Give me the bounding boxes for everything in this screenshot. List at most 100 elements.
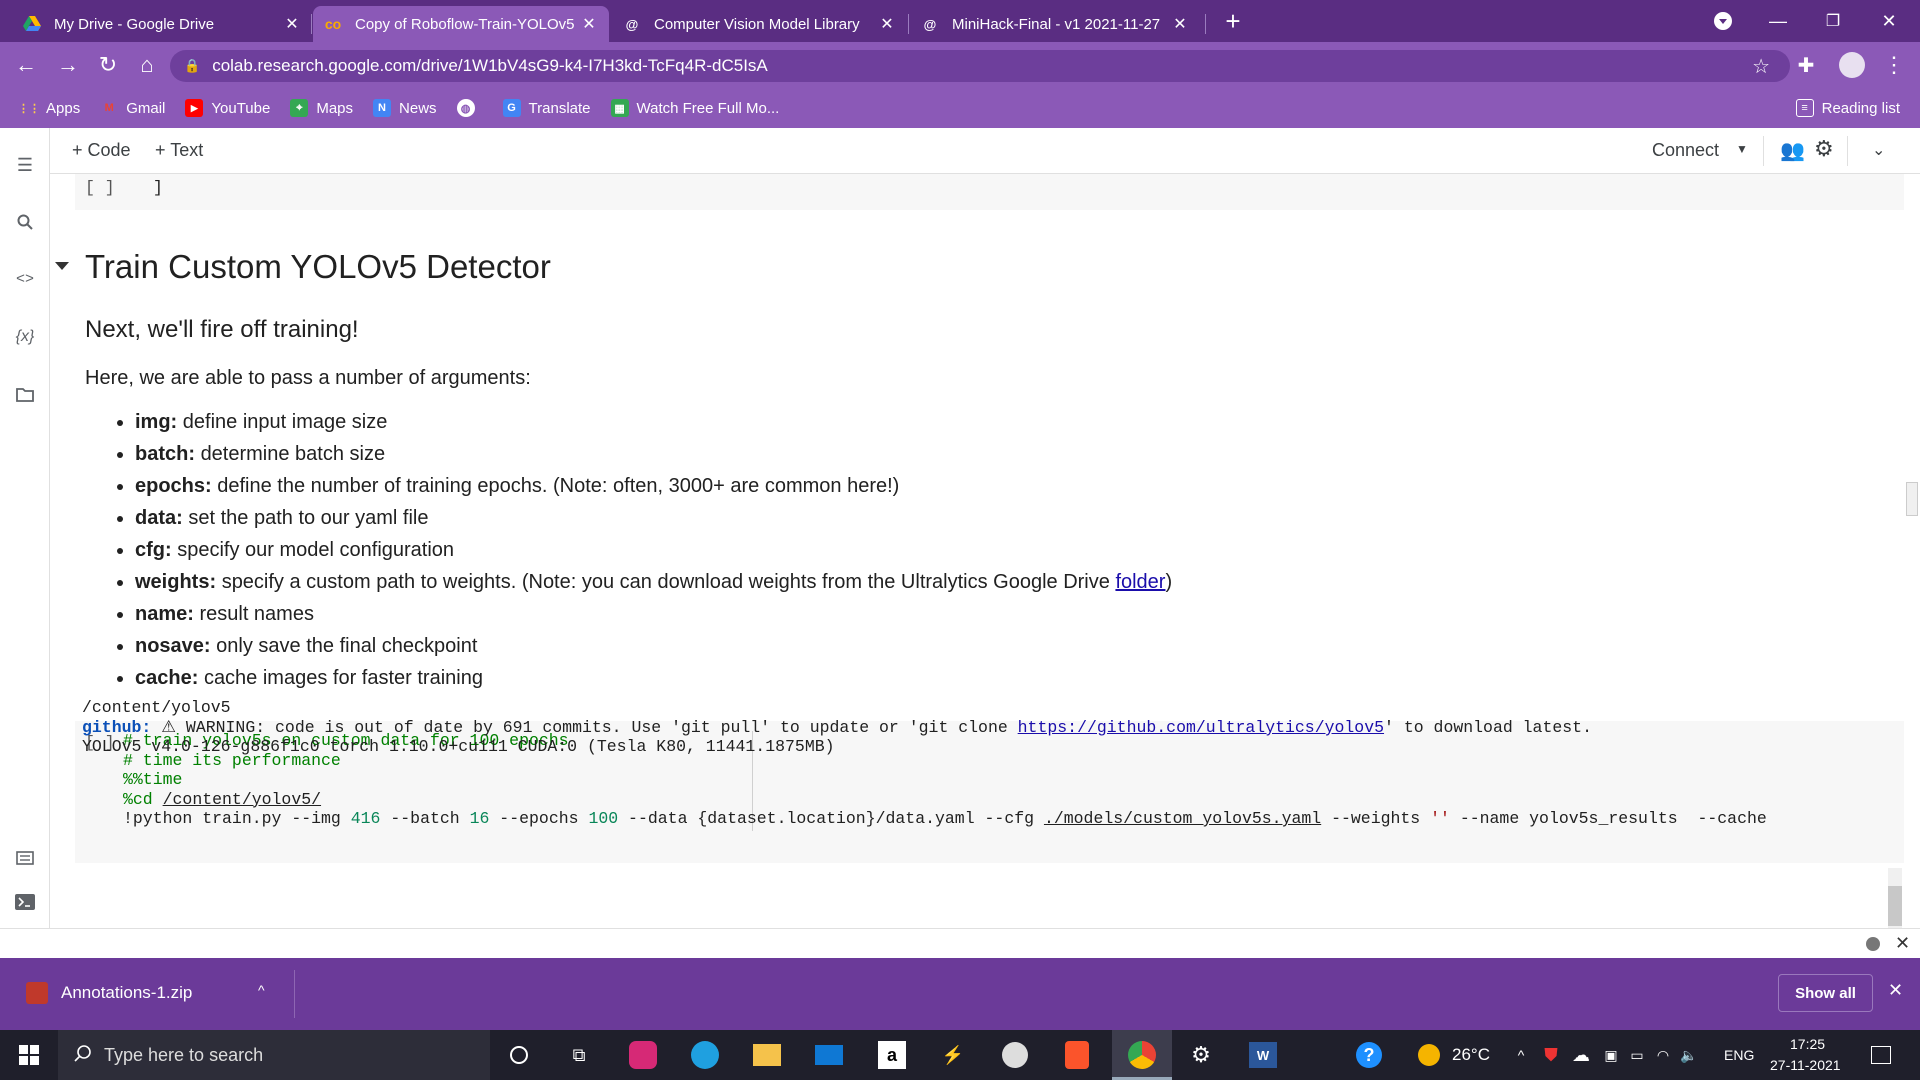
paint-icon[interactable] (998, 1038, 1032, 1072)
close-window-icon[interactable]: ✕ (1866, 0, 1912, 42)
close-download-bar-icon[interactable]: ✕ (1888, 980, 1903, 1001)
windows-start-icon[interactable] (12, 1038, 46, 1072)
bookmark-globe[interactable]: ◍ (456, 99, 483, 117)
tab-search-icon[interactable] (1700, 0, 1746, 42)
intro-paragraph: Here, we are able to pass a number of ar… (85, 367, 531, 389)
word-icon[interactable]: W (1246, 1038, 1280, 1072)
tab-roboflow-model-library[interactable]: @ Computer Vision Model Library ✕ (612, 6, 907, 42)
bookmark-maps[interactable]: ⌖ Maps (290, 99, 353, 117)
download-options-chevron-icon[interactable]: ^ (258, 982, 265, 998)
bookmark-youtube[interactable]: ▶ YouTube (185, 99, 270, 117)
brave-icon[interactable] (1060, 1038, 1094, 1072)
variables-icon[interactable]: {x} (12, 324, 38, 350)
add-text-button[interactable]: + Text (155, 140, 203, 161)
volume-icon[interactable]: 🔈 (1672, 1038, 1706, 1072)
share-people-icon[interactable]: 👥 (1780, 138, 1805, 163)
amazon-icon[interactable]: a (875, 1038, 909, 1072)
terminal-icon[interactable] (12, 889, 38, 915)
chrome-taskbar-item[interactable] (1112, 1030, 1172, 1080)
minimize-window-icon[interactable]: — (1755, 0, 1801, 42)
weather-temp[interactable]: 26°C (1452, 1045, 1490, 1065)
settings-gear-icon[interactable]: ⚙ (1184, 1038, 1218, 1072)
tab-google-drive[interactable]: My Drive - Google Drive ✕ (12, 6, 312, 42)
onedrive-cloud-icon[interactable]: ☁ (1564, 1038, 1598, 1072)
edge-icon[interactable] (688, 1038, 722, 1072)
collapse-section-arrow-icon[interactable] (55, 262, 69, 270)
colab-icon: co (324, 16, 342, 32)
mcafee-icon[interactable]: ⛊ (1534, 1038, 1568, 1072)
page-scrollbar-thumb[interactable] (1906, 482, 1918, 516)
download-filename[interactable]: Annotations-1.zip (61, 983, 192, 1003)
connect-dropdown-icon[interactable]: ▼ (1736, 142, 1748, 156)
roboflow-icon: @ (625, 16, 639, 32)
path-link[interactable]: ./models/custom_yolov5s.yaml (1044, 809, 1321, 828)
back-arrow-icon[interactable]: ← (12, 51, 40, 79)
show-all-button[interactable]: Show all (1778, 974, 1873, 1012)
output-scrollbar[interactable] (1888, 868, 1902, 928)
browser-menu-icon[interactable]: ⋮ (1880, 51, 1908, 79)
new-tab-plus-icon[interactable]: + (1210, 0, 1256, 42)
connect-button[interactable]: Connect (1652, 140, 1719, 161)
tab-title: MiniHack-Final - v1 2021-11-27 (952, 15, 1161, 33)
colab-left-rail: ☰ <> {x} (0, 128, 50, 928)
globe-icon: ◍ (456, 99, 475, 117)
home-icon[interactable]: ⌂ (133, 51, 161, 79)
instagram-icon[interactable] (626, 1038, 660, 1072)
previous-code-cell[interactable]: [ ] ] (75, 174, 1904, 210)
settings-gear-icon[interactable]: ⚙ (1814, 136, 1834, 162)
close-tab-icon[interactable]: ✕ (877, 14, 897, 34)
translate-icon: G (502, 99, 521, 117)
add-code-button[interactable]: + Code (72, 140, 131, 161)
list-item: name: result names (116, 598, 1172, 630)
restore-window-icon[interactable]: ❐ (1810, 0, 1856, 42)
list-item: cache: cache images for faster training (116, 662, 1172, 694)
address-bar[interactable]: 🔒 colab.research.google.com/drive/1W1bV4… (170, 50, 1790, 82)
taskbar-search-box[interactable]: Type here to search (58, 1030, 490, 1080)
run-cell-bracket[interactable]: [ ] (85, 178, 115, 197)
bookmark-star-icon[interactable]: ☆ (1752, 54, 1770, 79)
collapse-chevron-icon[interactable]: ⌄ (1872, 140, 1885, 160)
mail-icon[interactable] (812, 1038, 846, 1072)
forward-arrow-icon[interactable]: → (54, 51, 82, 79)
github-link[interactable]: https://github.com/ultralytics/yolov5 (1018, 718, 1384, 737)
tray-chevron-icon[interactable]: ^ (1504, 1038, 1538, 1072)
search-icon (74, 1044, 92, 1067)
path-link[interactable]: /content/yolov5/ (163, 790, 321, 809)
list-item: batch: determine batch size (116, 438, 1172, 470)
list-item: cfg: specify our model configuration (116, 534, 1172, 566)
roboflow-icon: @ (923, 16, 937, 32)
command-palette-icon[interactable] (12, 845, 38, 871)
app-icon[interactable]: ⚡ (936, 1038, 970, 1072)
bookmark-gmail[interactable]: M Gmail (100, 99, 166, 117)
bookmark-translate[interactable]: G Translate (502, 99, 591, 117)
language-indicator[interactable]: ENG (1724, 1047, 1754, 1063)
bookmark-apps[interactable]: ⋮⋮ Apps (18, 99, 80, 117)
bookmark-news[interactable]: N News (373, 99, 437, 117)
close-tab-icon[interactable]: ✕ (1170, 14, 1190, 34)
code-snippets-icon[interactable]: <> (12, 266, 38, 292)
bookmark-watch-free[interactable]: ▦ Watch Free Full Mo... (610, 99, 779, 117)
extensions-puzzle-icon[interactable]: ✚ (1792, 51, 1820, 79)
folder-link[interactable]: folder (1115, 571, 1165, 593)
tab-minihack-final[interactable]: @ MiniHack-Final - v1 2021-11-27 ✕ (910, 6, 1200, 42)
table-of-contents-icon[interactable]: ☰ (12, 152, 38, 178)
help-icon[interactable]: ? (1352, 1038, 1386, 1072)
notification-center-icon[interactable] (1864, 1038, 1898, 1072)
close-tab-icon[interactable]: ✕ (282, 14, 302, 34)
clock-time[interactable]: 17:25 (1790, 1036, 1825, 1052)
tab-colab-notebook[interactable]: co Copy of Roboflow-Train-YOLOv5 ✕ (313, 6, 609, 42)
cortana-circle-icon[interactable] (502, 1038, 536, 1072)
close-status-icon[interactable]: ✕ (1895, 933, 1910, 954)
profile-avatar[interactable] (1838, 51, 1866, 79)
close-tab-icon[interactable]: ✕ (579, 14, 599, 34)
reading-list-button[interactable]: ≡ Reading list (1795, 99, 1900, 117)
tab-title: Computer Vision Model Library (654, 15, 860, 33)
search-placeholder: Type here to search (104, 1044, 264, 1065)
reload-icon[interactable]: ↻ (94, 51, 122, 79)
file-explorer-icon[interactable] (750, 1038, 784, 1072)
task-view-icon[interactable]: ⧉ (562, 1038, 596, 1072)
clock-date[interactable]: 27-11-2021 (1770, 1057, 1841, 1073)
files-folder-icon[interactable] (12, 382, 38, 408)
search-icon[interactable] (12, 209, 38, 235)
code-line: %%time (123, 770, 183, 789)
